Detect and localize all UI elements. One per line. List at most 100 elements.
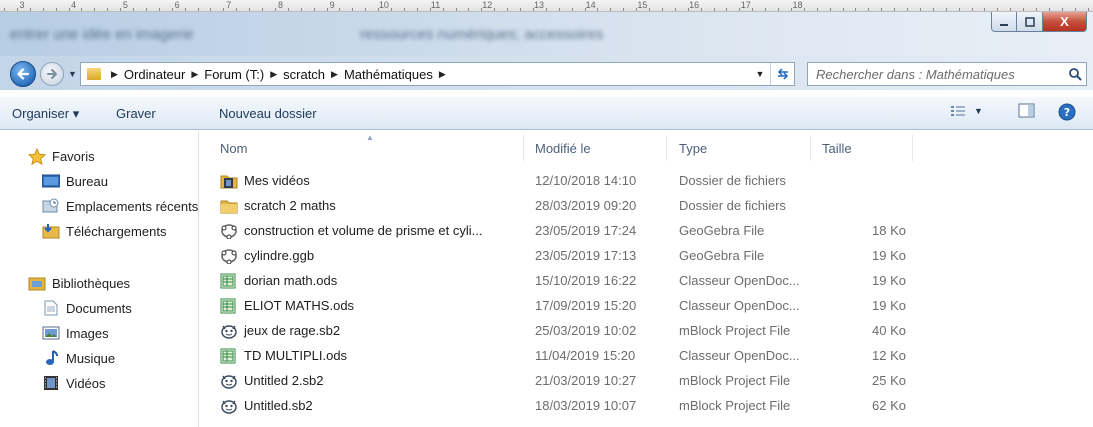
column-divider[interactable] — [523, 135, 524, 161]
ruler-tick — [971, 8, 973, 11]
ruler-tick — [55, 8, 57, 11]
breadcrumb-ordinateur[interactable]: Ordinateur — [124, 67, 185, 82]
file-row[interactable]: Untitled 2.sb2 21/03/2019 10:27 mBlock Pro… — [200, 369, 1093, 394]
ruler-tick — [326, 8, 328, 11]
search-box[interactable] — [807, 62, 1087, 86]
ruler-tick — [29, 8, 31, 11]
file-size: 19 Ko — [872, 273, 906, 288]
new-folder-button[interactable]: Nouveau dossier — [219, 106, 317, 121]
ruler-tick — [81, 8, 83, 11]
breadcrumb-scratch[interactable]: scratch — [283, 67, 325, 82]
column-divider[interactable] — [912, 135, 913, 161]
documents-icon — [42, 300, 60, 316]
maximize-button[interactable] — [1017, 12, 1043, 32]
nav-favorites-label: Favoris — [52, 148, 95, 164]
ruler-number: 9 — [329, 0, 335, 10]
ruler-tick — [765, 8, 767, 11]
ruler-tick — [94, 8, 96, 11]
nav-item-videos[interactable]: Vidéos — [42, 375, 106, 391]
column-header-name[interactable]: Nom — [220, 141, 247, 156]
ruler-tick — [42, 8, 44, 11]
file-row[interactable]: dorian math.ods 15/10/2019 16:22 Classeur … — [200, 269, 1093, 294]
ruler-tick — [700, 8, 702, 11]
breadcrumb-mathematiques[interactable]: Mathématiques — [344, 67, 433, 82]
ruler-tick — [739, 8, 741, 11]
nav-item-music[interactable]: Musique — [42, 350, 115, 366]
file-name: dorian math.ods — [244, 273, 338, 288]
desktop-icon — [42, 173, 60, 189]
back-arrow-icon — [17, 68, 30, 80]
column-header-modified[interactable]: Modifié le — [535, 141, 591, 156]
chevron-right-icon[interactable]: ▶ — [270, 69, 277, 80]
file-name: cylindre.ggb — [244, 248, 315, 263]
file-row[interactable]: jeux de rage.sb2 25/03/2019 10:02 mBlock P… — [200, 319, 1093, 344]
recent-places-icon — [42, 198, 60, 214]
ruler-tick — [223, 8, 225, 11]
ruler-tick — [378, 8, 380, 11]
refresh-button[interactable] — [770, 63, 794, 85]
downloads-folder-icon — [42, 223, 60, 239]
file-row[interactable]: scratch 2 maths 28/03/2019 09:20 Dossier d… — [200, 194, 1093, 219]
ruler-tick — [16, 8, 18, 11]
ruler-tick — [945, 8, 947, 11]
view-options-button[interactable]: ▼ — [950, 103, 983, 119]
close-button[interactable]: X — [1043, 12, 1087, 32]
spreadsheet-icon — [220, 273, 238, 289]
help-button[interactable]: ? — [1058, 103, 1076, 121]
address-bar[interactable]: ▶ Ordinateur ▶ Forum (T:) ▶ scratch ▶ Ma… — [80, 62, 795, 86]
search-icon[interactable] — [1064, 67, 1086, 81]
file-type: mBlock Project File — [679, 323, 791, 338]
nav-item-documents[interactable]: Documents — [42, 300, 132, 316]
back-button[interactable] — [10, 61, 36, 87]
organize-button[interactable]: Organiser ▾ — [12, 106, 79, 122]
file-type: Classeur OpenDoc... — [679, 348, 800, 363]
nav-item-downloads[interactable]: Téléchargements — [42, 223, 166, 239]
images-icon — [42, 325, 60, 341]
chevron-right-icon[interactable]: ▶ — [191, 69, 198, 80]
ruler-tick — [158, 8, 160, 11]
file-size: 40 Ko — [872, 323, 906, 338]
nav-item-bureau[interactable]: Bureau — [42, 173, 108, 189]
search-input[interactable] — [816, 66, 1064, 82]
file-row[interactable]: ELIOT MATHS.ods 17/09/2019 15:20 Classeur … — [200, 294, 1093, 319]
burn-button[interactable]: Graver — [116, 106, 156, 121]
file-row[interactable]: Mes vidéos 12/10/2018 14:10 Dossier de fic… — [200, 169, 1093, 194]
file-row[interactable]: construction et volume de prisme et cyli… — [200, 219, 1093, 244]
ruler-number: 8 — [277, 0, 284, 10]
breadcrumb-forum[interactable]: Forum (T:) — [204, 67, 264, 82]
nav-item-recent[interactable]: Emplacements récents — [42, 198, 198, 214]
chevron-right-icon[interactable]: ▶ — [111, 69, 118, 80]
column-divider[interactable] — [666, 135, 667, 161]
history-dropdown-icon[interactable]: ▼ — [68, 69, 77, 79]
file-list: ▲ Nom Modifié le Type Taille Mes vidéos 1… — [200, 131, 1093, 427]
chevron-right-icon[interactable]: ▶ — [331, 69, 338, 80]
column-divider[interactable] — [810, 135, 811, 161]
file-row[interactable]: TD MULTIPLI.ods 11/04/2019 15:20 Classeur … — [200, 344, 1093, 369]
preview-pane-icon — [1018, 103, 1035, 118]
ruler-tick — [120, 8, 122, 11]
ruler-tick — [403, 8, 405, 11]
maximize-icon — [1024, 16, 1035, 27]
forward-arrow-icon — [47, 69, 57, 79]
ruler-tick — [778, 8, 779, 11]
ruler-tick — [1087, 8, 1089, 11]
chevron-right-icon[interactable]: ▶ — [439, 69, 446, 80]
nav-favorites[interactable]: Favoris — [28, 147, 95, 165]
file-row[interactable]: cylindre.ggb 23/05/2019 17:13 GeoGebra Fil… — [200, 244, 1093, 269]
file-modified: 21/03/2019 10:27 — [535, 373, 637, 388]
file-row[interactable]: Untitled.sb2 18/03/2019 10:07 mBlock Proje… — [200, 394, 1093, 419]
minimize-button[interactable] — [991, 12, 1017, 32]
file-size: 62 Ko — [872, 398, 906, 413]
ruler-tick — [584, 8, 586, 11]
nav-item-images[interactable]: Images — [42, 325, 109, 341]
ruler-tick — [674, 8, 676, 11]
nav-item-label: Images — [66, 325, 109, 341]
nav-libraries[interactable]: Bibliothèques — [28, 275, 130, 291]
ruler-tick — [881, 8, 883, 11]
preview-pane-button[interactable] — [1018, 103, 1036, 119]
file-modified: 17/09/2019 15:20 — [535, 298, 637, 313]
forward-button[interactable] — [40, 62, 64, 86]
address-dropdown-icon[interactable]: ▼ — [750, 69, 770, 79]
column-header-type[interactable]: Type — [679, 141, 707, 156]
column-header-size[interactable]: Taille — [822, 141, 852, 156]
